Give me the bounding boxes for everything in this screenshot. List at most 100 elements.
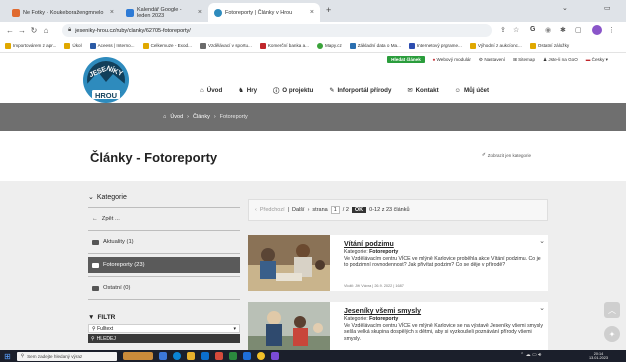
taskbar-app-icon[interactable] — [242, 352, 251, 360]
file-explorer-icon[interactable] — [186, 352, 195, 360]
bookmark-item[interactable]: Základní data o Ma... — [349, 42, 401, 49]
close-tab-icon[interactable]: × — [310, 9, 314, 16]
article-description: Ve Vzdělávacím centru VÍCE ve mlýně Karl… — [344, 323, 543, 342]
bookmark-item[interactable]: Ostatní záložky — [529, 42, 569, 49]
windows-start-icon[interactable]: ⊞ — [4, 352, 11, 361]
system-tray-icons[interactable]: ⌃ ☁ ▭ 🔊︎ — [520, 352, 541, 358]
extension-icon[interactable]: ◉ — [545, 26, 551, 34]
taskbar-app-icon[interactable] — [214, 352, 223, 360]
taskbar-clock[interactable]: 20:14 13.01.2023 — [589, 350, 608, 362]
browser-tab-1[interactable]: Ne Fotky · Koukeboražengmnelo × — [6, 3, 120, 22]
browser-tab-active[interactable]: Fotoreporty | Články v Hrou × — [208, 3, 320, 22]
sidebar-back-link[interactable]: ← Zpět ... — [88, 211, 240, 227]
chevron-left-icon[interactable]: ‹ — [255, 207, 257, 213]
page-number-input[interactable]: 1 — [330, 206, 340, 214]
taskbar-app-icon[interactable] — [228, 352, 237, 360]
star-icon[interactable]: ☆ — [513, 26, 519, 34]
taskbar-widget-icon[interactable] — [122, 352, 153, 360]
close-tab-icon[interactable]: × — [110, 9, 114, 16]
scroll-top-button[interactable]: ︿ — [604, 302, 620, 318]
tab-favicon-icon — [126, 8, 134, 17]
address-bar[interactable]: 🔒︎ jeseniky-hrou.cz/ruby/clanky/62705-fo… — [62, 24, 492, 37]
prev-page-link[interactable]: Předchozí — [260, 207, 285, 213]
tab-title: Fotoreporty | Články v Hrou — [225, 9, 293, 16]
sidebar: ⌄ Kategorie ← Zpět ... Aktuality (1) Fot… — [88, 193, 240, 343]
breadcrumb-item[interactable]: Úvod — [170, 114, 183, 120]
bookmark-item[interactable]: Komerční banka a... — [259, 42, 309, 49]
sidebar-item-fotoreporty[interactable]: Fotoreporty (23) — [88, 257, 240, 273]
bookmark-item[interactable]: Vzdělávací v sportu... — [199, 42, 252, 49]
chevron-down-icon[interactable]: ⌄ — [539, 237, 545, 245]
home-icon[interactable]: ⌂ — [40, 26, 52, 35]
tab-search-icon[interactable]: ⌄ — [562, 4, 568, 12]
login-link[interactable]: ♟ Jste-li na GoO — [543, 57, 578, 63]
taskbar-app-icon[interactable] — [200, 352, 209, 360]
nav-item-uvod[interactable]: ⌂ Úvod — [200, 86, 222, 95]
folder-icon — [529, 42, 536, 49]
search-icon: ⚲ — [20, 353, 25, 358]
bookmark-item[interactable]: Úkol — [64, 42, 82, 49]
accessibility-button[interactable]: ✦ — [604, 326, 620, 342]
browser-menu-icon[interactable]: ⋮ — [608, 26, 615, 34]
article-title-link[interactable]: Vítání podzimu — [344, 241, 394, 248]
sitemap-link[interactable]: ⊞ Sitemap — [513, 57, 535, 63]
bookmark-favicon-icon — [316, 42, 323, 49]
forward-arrow-icon[interactable]: → — [16, 26, 28, 35]
logo-text-3: HROU — [94, 91, 118, 100]
taskbar-app-icon[interactable] — [158, 352, 167, 360]
article-card[interactable]: Vítání podzimu Kategorie: Fotoreporty Ve… — [248, 235, 548, 291]
browser-tab-2[interactable]: Kalendář Google - leden 2023 × — [120, 3, 208, 22]
go-button[interactable]: OK — [351, 207, 367, 213]
puzzle-icon[interactable]: ✱ — [560, 26, 566, 34]
categories-only-link[interactable]: ✐ Zobrazit jen kategorie — [482, 152, 531, 158]
taskbar-search-input[interactable]: ⚲ Sem zadejte hledaný výraz — [16, 351, 117, 361]
category-heading[interactable]: ⌄ Kategorie — [88, 193, 240, 202]
reload-icon[interactable]: ↻ — [28, 26, 40, 35]
next-page-link[interactable]: Další — [292, 207, 305, 213]
nav-item-kontakt[interactable]: ✉ Kontakt — [407, 86, 438, 95]
nav-item-o-projektu[interactable]: ⓘ O projektu — [273, 86, 313, 95]
nav-item-hry[interactable]: ♞ Hry — [238, 86, 257, 95]
bookmark-item[interactable]: Internetový prgrame... — [408, 42, 462, 49]
bookmark-item[interactable]: Mapy.cz — [316, 42, 342, 49]
ebook-link[interactable]: ♠ Webový modulár — [433, 57, 471, 62]
search-button[interactable]: ⚲ HLEDEJ — [88, 334, 240, 343]
profile-avatar[interactable] — [592, 25, 602, 35]
folder-icon — [64, 42, 71, 49]
language-select[interactable]: ▬ Česky ▾ — [586, 57, 608, 63]
sidebar-icon[interactable]: ▢ — [575, 26, 582, 34]
new-tab-button[interactable]: + — [326, 5, 331, 15]
share-icon[interactable]: ⇪ — [500, 26, 506, 34]
chevron-down-icon[interactable]: ⌄ — [539, 304, 545, 312]
bookmark-favicon-icon — [349, 42, 356, 49]
sidebar-item-ostatni[interactable]: Ostatní (0) — [88, 280, 240, 296]
fulltext-select[interactable]: ⚲ Fulltext ▾ — [88, 324, 240, 333]
sidebar-item-aktuality[interactable]: Aktuality (1) — [88, 234, 240, 250]
back-arrow-icon[interactable]: ← — [4, 26, 16, 35]
bookmark-item[interactable]: Výhodní z aukcíonc... — [469, 42, 522, 49]
search-article-button[interactable]: Hledat článek — [387, 56, 425, 63]
breadcrumb-separator: › — [213, 114, 216, 120]
extension-g-icon[interactable]: G — [530, 26, 535, 33]
taskbar-app-icon[interactable] — [270, 352, 279, 360]
minimize-window-icon[interactable]: ▭ — [604, 4, 611, 12]
bookmark-item[interactable]: Importovárem z apr... — [5, 42, 56, 49]
nav-item-muj-ucet[interactable]: ☺ Můj účet — [455, 86, 489, 95]
tab-favicon-icon — [12, 8, 20, 17]
chrome-icon[interactable] — [256, 352, 265, 360]
article-title-link[interactable]: Jeseníky všemi smysly — [344, 308, 421, 315]
address-bar-url: jeseniky-hrou.cz/ruby/clanky/62705-fotor… — [75, 27, 191, 34]
site-logo[interactable]: JESE NÍKY HROU — [82, 56, 130, 104]
settings-link[interactable]: ⚙ Nastavení — [479, 57, 505, 63]
article-meta: Vložil: Jiří Vávra | 26.9. 2022 | 1687 — [344, 284, 404, 288]
bookmark-item[interactable]: Celkemuze - Exod... — [142, 42, 192, 49]
close-tab-icon[interactable]: × — [198, 9, 202, 16]
breadcrumb-item[interactable]: Články — [193, 114, 210, 120]
chevron-right-icon[interactable]: › — [308, 207, 310, 213]
bookmark-item[interactable]: Aceess | Interno... — [89, 42, 135, 49]
taskbar-app-icon[interactable] — [172, 352, 181, 360]
bookmarks-bar: Importovárem z apr... Úkol Aceess | Inte… — [0, 39, 626, 53]
nav-item-inforportal[interactable]: ✎ Inforportál přírody — [329, 86, 391, 95]
article-thumbnail[interactable] — [248, 235, 330, 291]
article-category: Kategorie: Fotoreporty — [344, 249, 399, 255]
